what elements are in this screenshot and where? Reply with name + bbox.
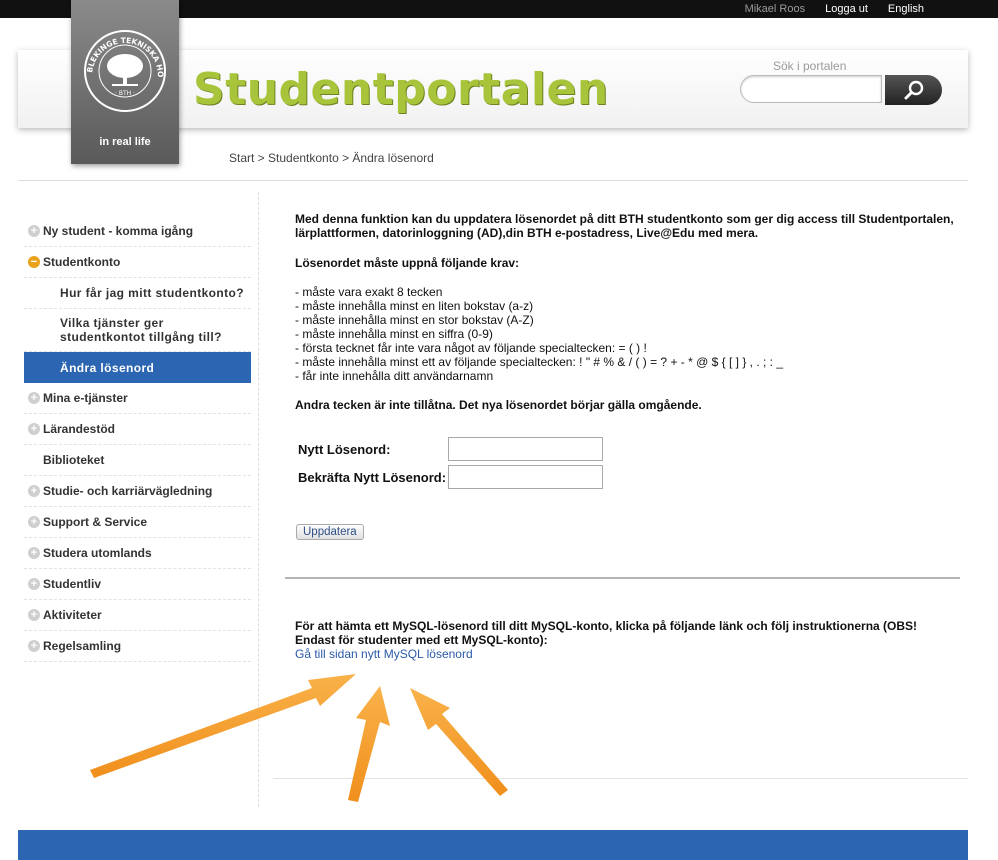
plus-icon: + (28, 423, 40, 435)
change-password-form: Nytt Lösenord: Bekräfta Nytt Lösenord: (298, 435, 603, 491)
sidebar-subitem-hur-far-jag[interactable]: Hur får jag mitt studentkonto? (24, 278, 251, 309)
sidebar-item-label: Studera utomlands (43, 546, 152, 560)
new-password-row: Nytt Lösenord: (298, 435, 603, 463)
sidebar-divider (258, 192, 259, 807)
update-button[interactable]: Uppdatera (296, 524, 364, 540)
sidebar-item-support-service[interactable]: + Support & Service (24, 507, 251, 538)
sidebar-item-label: Studentliv (43, 577, 102, 591)
requirements-heading: Lösenordet måste uppnå följande krav: (295, 256, 520, 270)
footer-bar (18, 830, 968, 860)
sidebar-item-studie-karriar[interactable]: + Studie- och karriärvägledning (24, 476, 251, 507)
list-item: - första tecknet får inte vara något av … (295, 341, 647, 355)
search-icon (904, 80, 923, 100)
new-password-label: Nytt Lösenord: (298, 441, 391, 457)
plus-icon: + (28, 578, 40, 590)
mysql-instructions: För att hämta ett MySQL-lösenord till di… (295, 619, 918, 647)
search-label: Sök i portalen (773, 59, 847, 73)
list-item: - får inte innehålla ditt användarnamn (295, 369, 494, 383)
language-link[interactable]: English (888, 3, 924, 15)
search-input[interactable] (740, 75, 882, 103)
arrow-left-icon (90, 674, 356, 778)
sidebar-item-label: Ny student - komma igång (43, 224, 194, 238)
sidebar-subitem-vilka-tjanster[interactable]: Vilka tjänster ger studentkontot tillgån… (24, 309, 251, 352)
sidebar-item-label: Mina e-tjänster (43, 391, 128, 405)
plus-icon: + (28, 609, 40, 621)
sidebar-item-mina-e-tjanster[interactable]: + Mina e-tjänster (24, 383, 251, 414)
arrow-right-icon (410, 688, 508, 796)
search-button[interactable] (885, 75, 942, 105)
plus-icon: + (28, 225, 40, 237)
sidebar-item-label: Hur får jag mitt studentkonto? (60, 286, 244, 300)
list-item: - måste innehålla minst ett av följande … (295, 355, 784, 369)
main-content: Med denna funktion kan du uppdatera löse… (295, 212, 955, 412)
bth-logo[interactable]: BLEKINGE TEKNISKA HÖGSKOLA · BTH · in re… (71, 0, 179, 164)
breadcrumb[interactable]: Start > Studentkonto > Ändra lösenord (229, 151, 434, 165)
plus-icon: + (28, 640, 40, 652)
list-item: - måste innehålla minst en siffra (0-9) (295, 327, 493, 341)
arrow-middle-icon (348, 686, 390, 802)
list-item: - måste innehålla minst en stor bokstav … (295, 313, 534, 327)
content-divider (285, 577, 960, 579)
top-links: Mikael Roos Logga ut English (745, 0, 998, 18)
requirements-list: - måste vara exakt 8 tecken - måste inne… (295, 285, 955, 383)
svg-text:· BTH ·: · BTH · (115, 90, 135, 97)
plus-icon: + (28, 516, 40, 528)
bottom-divider (273, 778, 968, 779)
list-item: - måste vara exakt 8 tecken (295, 285, 443, 299)
sidebar-item-biblioteket[interactable]: Biblioteket (24, 445, 251, 476)
site-title[interactable]: Studentportalen (193, 64, 609, 115)
plus-icon: + (28, 485, 40, 497)
logout-link[interactable]: Logga ut (825, 3, 868, 15)
sidebar-item-label: Vilka tjänster ger studentkontot tillgån… (60, 316, 222, 344)
confirm-password-field[interactable] (448, 465, 603, 489)
logo-tagline: in real life (99, 136, 151, 148)
sidebar-item-aktiviteter[interactable]: + Aktiviteter (24, 600, 251, 631)
sidebar-item-regelsamling[interactable]: + Regelsamling (24, 631, 251, 662)
list-item: - måste innehålla minst en liten bokstav… (295, 299, 534, 313)
sidebar-item-label: Studentkonto (43, 255, 121, 269)
confirm-password-row: Bekräfta Nytt Lösenord: (298, 463, 603, 491)
plus-icon: + (28, 547, 40, 559)
sidebar-nav: + Ny student - komma igång − Studentkont… (24, 216, 251, 662)
intro-text: Med denna funktion kan du uppdatera löse… (295, 212, 954, 240)
bth-seal-icon: BLEKINGE TEKNISKA HÖGSKOLA · BTH · (82, 28, 166, 112)
sidebar-item-studentkonto[interactable]: − Studentkonto (24, 247, 251, 278)
sidebar-item-studera-utomlands[interactable]: + Studera utomlands (24, 538, 251, 569)
header-divider (18, 180, 968, 181)
sidebar-item-label: Aktiviteter (43, 608, 102, 622)
sidebar-item-label: Regelsamling (43, 639, 122, 653)
confirm-password-label: Bekräfta Nytt Lösenord: (298, 469, 447, 485)
minus-icon: − (28, 256, 40, 268)
sidebar-subitem-andra-losenord[interactable]: Ändra lösenord (24, 352, 251, 383)
sidebar-item-larandestod[interactable]: + Lärandestöd (24, 414, 251, 445)
sidebar-item-label: Support & Service (43, 515, 148, 529)
sidebar-item-studentliv[interactable]: + Studentliv (24, 569, 251, 600)
sidebar-item-label: Studie- och karriärvägledning (43, 484, 213, 498)
rules-note: Andra tecken är inte tillåtna. Det nya l… (295, 398, 702, 412)
mysql-password-link[interactable]: Gå till sidan nytt MySQL lösenord (295, 647, 473, 661)
plus-icon: + (28, 392, 40, 404)
sidebar-item-label: Biblioteket (43, 453, 105, 467)
user-name: Mikael Roos (744, 3, 806, 15)
sidebar-item-label: Lärandestöd (43, 422, 116, 436)
new-password-field[interactable] (448, 437, 603, 461)
sidebar-item-label: Ändra lösenord (60, 360, 155, 375)
sidebar-item-ny-student[interactable]: + Ny student - komma igång (24, 216, 251, 247)
